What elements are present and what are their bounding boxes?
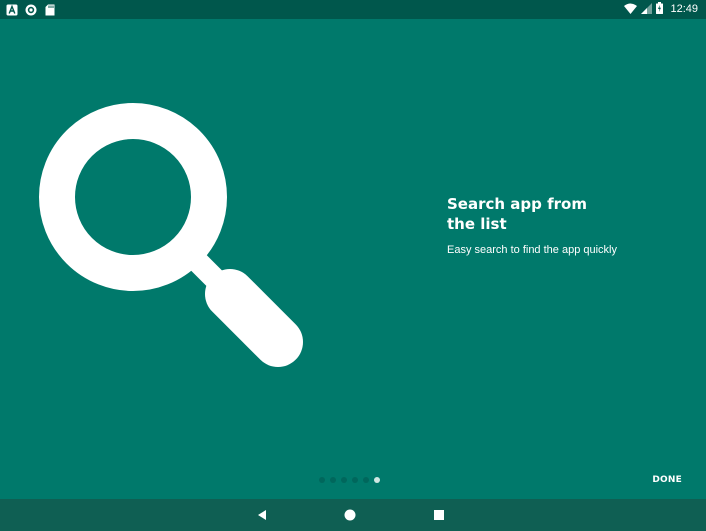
page-dot[interactable] bbox=[330, 477, 336, 483]
page-title: Search app from the list bbox=[447, 195, 587, 233]
page-dot-active[interactable] bbox=[374, 477, 380, 483]
page-description: Easy search to find the app quickly bbox=[447, 244, 617, 256]
page-dot[interactable] bbox=[319, 477, 325, 483]
done-button[interactable]: DONE bbox=[652, 474, 682, 486]
status-clock: 12:49 bbox=[670, 3, 698, 15]
onboarding-text: Search app from the list Easy search to … bbox=[447, 194, 617, 257]
recents-icon[interactable] bbox=[431, 507, 447, 523]
a-box-icon bbox=[6, 3, 18, 16]
status-bar: 12:49 bbox=[0, 0, 706, 19]
wifi-icon bbox=[624, 1, 638, 19]
back-icon[interactable] bbox=[254, 507, 270, 523]
page-dot[interactable] bbox=[352, 477, 358, 483]
page-dot[interactable] bbox=[363, 477, 369, 483]
battery-icon bbox=[656, 1, 664, 19]
navigation-bar bbox=[0, 499, 706, 531]
cell-signal-icon bbox=[641, 1, 653, 19]
status-notification-icons bbox=[6, 3, 56, 16]
onboarding-screen: 12:49 Search app from the list Easy sear… bbox=[0, 0, 706, 531]
page-dot[interactable] bbox=[341, 477, 347, 483]
circle-dot-icon bbox=[25, 3, 37, 16]
home-icon[interactable] bbox=[342, 507, 358, 523]
status-system-icons: 12:49 bbox=[624, 1, 698, 19]
sd-card-icon bbox=[44, 3, 56, 16]
search-icon bbox=[38, 102, 308, 372]
page-indicator bbox=[319, 477, 380, 483]
